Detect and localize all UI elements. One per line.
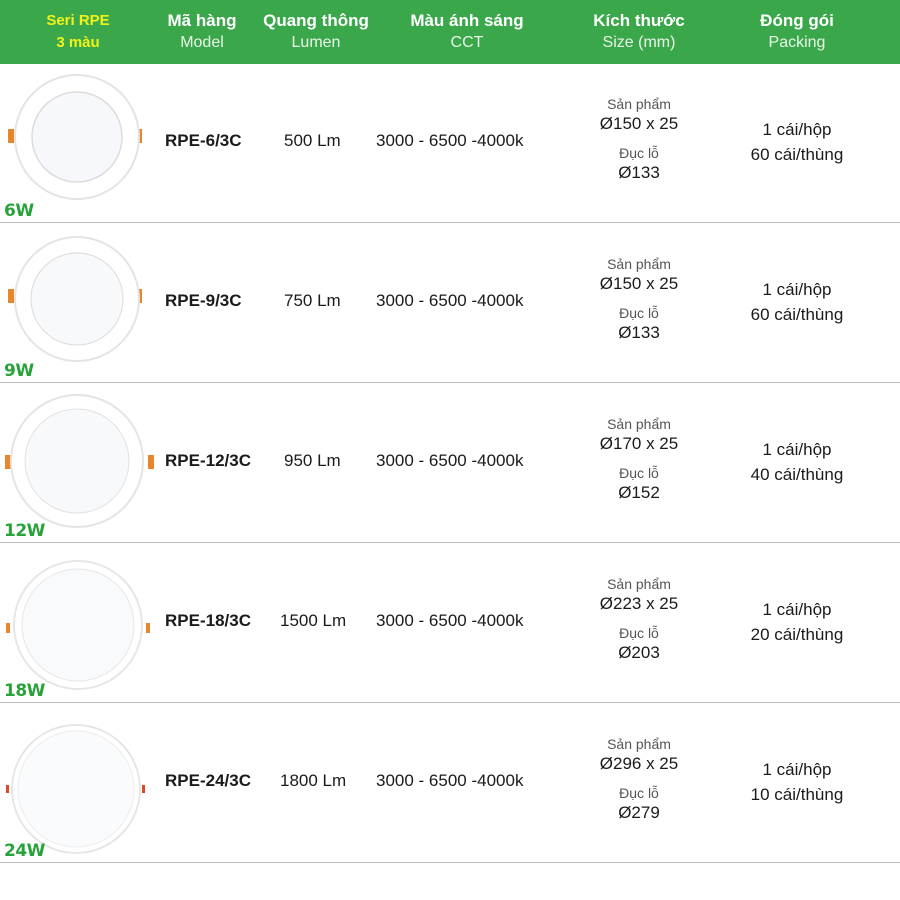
pack-per-carton: 20 cái/thùng xyxy=(750,625,844,644)
wattage-label: 12W xyxy=(4,521,45,541)
product-size-value: Ø296 x 25 xyxy=(599,754,679,773)
downlight-image xyxy=(8,74,142,200)
header-pack-vi: Đóng gói xyxy=(760,11,834,30)
size-cell: Sản phẩm Ø170 x 25 Đục lỗ Ø152 xyxy=(583,415,695,503)
wattage-label: 9W xyxy=(4,361,34,381)
size-cell: Sản phẩm Ø296 x 25 Đục lỗ Ø279 xyxy=(583,735,695,823)
pack-per-box: 1 cái/hộp xyxy=(762,120,832,139)
row-divider xyxy=(0,862,900,863)
cct-value: 3000 - 6500 -4000k xyxy=(376,451,524,470)
pack-per-carton: 60 cái/thùng xyxy=(750,145,844,164)
cutout-label: Đục lỗ xyxy=(619,145,659,161)
model-code: RPE-12/3C xyxy=(165,451,251,470)
header-pack-en: Packing xyxy=(768,34,826,51)
downlight-image xyxy=(8,236,142,362)
header-cct: Màu ánh sáng CCT xyxy=(392,0,542,64)
table-row: 18W RPE-18/3C 1500 Lm 3000 - 6500 -4000k… xyxy=(0,543,900,703)
size-cell: Sản phẩm Ø223 x 25 Đục lỗ Ø203 xyxy=(583,575,695,663)
header-lumen-vi: Quang thông xyxy=(263,11,369,30)
cct-value: 3000 - 6500 -4000k xyxy=(376,131,524,150)
model-code: RPE-9/3C xyxy=(165,291,242,310)
header-model: Mã hàng Model xyxy=(150,0,254,64)
packing-cell: 1 cái/hộp 20 cái/thùng xyxy=(727,597,867,647)
header-size-vi: Kích thước xyxy=(593,11,685,30)
lumen-value: 1800 Lm xyxy=(280,771,347,790)
lumen-value: 750 Lm xyxy=(284,291,341,310)
pack-per-carton: 40 cái/thùng xyxy=(750,465,844,484)
cutout-value: Ø203 xyxy=(618,643,660,662)
pack-per-carton: 10 cái/thùng xyxy=(750,785,844,804)
model-code: RPE-24/3C xyxy=(165,771,251,790)
downlight-image xyxy=(6,560,150,690)
cct-value: 3000 - 6500 -4000k xyxy=(376,291,524,310)
header-model-vi: Mã hàng xyxy=(167,11,237,30)
cct-value: 3000 - 6500 -4000k xyxy=(376,611,524,630)
packing-cell: 1 cái/hộp 60 cái/thùng xyxy=(727,277,867,327)
wattage-label: 24W xyxy=(4,841,45,861)
downlight-image xyxy=(5,394,154,528)
table-row: 24W RPE-24/3C 1800 Lm 3000 - 6500 -4000k… xyxy=(0,703,900,863)
cutout-value: Ø133 xyxy=(618,163,660,182)
header-size-en: Size (mm) xyxy=(602,34,676,51)
product-size-label: Sản phẩm xyxy=(607,416,671,432)
packing-cell: 1 cái/hộp 10 cái/thùng xyxy=(727,757,867,807)
header-cct-en: CCT xyxy=(450,34,484,51)
header-size: Kích thước Size (mm) xyxy=(580,0,698,64)
downlight-image xyxy=(6,724,145,854)
pack-per-carton: 60 cái/thùng xyxy=(750,305,844,324)
product-size-label: Sản phẩm xyxy=(607,736,671,752)
product-size-value: Ø150 x 25 xyxy=(599,114,679,133)
header-series: Seri RPE 3 màu xyxy=(18,0,138,64)
table-row: 12W RPE-12/3C 950 Lm 3000 - 6500 -4000k … xyxy=(0,383,900,543)
product-size-value: Ø150 x 25 xyxy=(599,274,679,293)
lumen-value: 1500 Lm xyxy=(280,611,347,630)
model-code: RPE-18/3C xyxy=(165,611,251,630)
header-cct-vi: Màu ánh sáng xyxy=(410,11,524,30)
cutout-value: Ø279 xyxy=(618,803,660,822)
cutout-label: Đục lỗ xyxy=(619,305,659,321)
size-cell: Sản phẩm Ø150 x 25 Đục lỗ Ø133 xyxy=(583,255,695,343)
product-size-label: Sản phẩm xyxy=(607,96,671,112)
size-cell: Sản phẩm Ø150 x 25 Đục lỗ Ø133 xyxy=(583,95,695,183)
packing-cell: 1 cái/hộp 60 cái/thùng xyxy=(727,117,867,167)
table-row: 9W RPE-9/3C 750 Lm 3000 - 6500 -4000k Sả… xyxy=(0,223,900,383)
cct-value: 3000 - 6500 -4000k xyxy=(376,771,524,790)
table-row: 6W RPE-6/3C 500 Lm 3000 - 6500 -4000k Sả… xyxy=(0,63,900,223)
cutout-label: Đục lỗ xyxy=(619,465,659,481)
packing-cell: 1 cái/hộp 40 cái/thùng xyxy=(727,437,867,487)
lumen-value: 500 Lm xyxy=(284,131,341,150)
header-lumen: Quang thông Lumen xyxy=(254,0,378,64)
pack-per-box: 1 cái/hộp xyxy=(762,600,832,619)
model-code: RPE-6/3C xyxy=(165,131,242,150)
product-size-label: Sản phẩm xyxy=(607,576,671,592)
pack-per-box: 1 cái/hộp xyxy=(762,440,832,459)
table-header: Seri RPE 3 màu Mã hàng Model Quang thông… xyxy=(0,0,900,64)
pack-per-box: 1 cái/hộp xyxy=(762,760,832,779)
header-series-line2: 3 màu xyxy=(56,34,100,51)
pack-per-box: 1 cái/hộp xyxy=(762,280,832,299)
product-size-value: Ø223 x 25 xyxy=(599,594,679,613)
wattage-label: 6W xyxy=(4,201,34,221)
wattage-label: 18W xyxy=(4,681,45,701)
header-pack: Đóng gói Packing xyxy=(737,0,857,64)
cutout-value: Ø133 xyxy=(618,323,660,342)
cutout-label: Đục lỗ xyxy=(619,785,659,801)
lumen-value: 950 Lm xyxy=(284,451,341,470)
cutout-value: Ø152 xyxy=(618,483,660,502)
header-series-line1: Seri RPE xyxy=(46,12,110,29)
product-size-value: Ø170 x 25 xyxy=(599,434,679,453)
cutout-label: Đục lỗ xyxy=(619,625,659,641)
header-lumen-en: Lumen xyxy=(291,34,341,51)
header-model-en: Model xyxy=(180,34,224,51)
product-size-label: Sản phẩm xyxy=(607,256,671,272)
